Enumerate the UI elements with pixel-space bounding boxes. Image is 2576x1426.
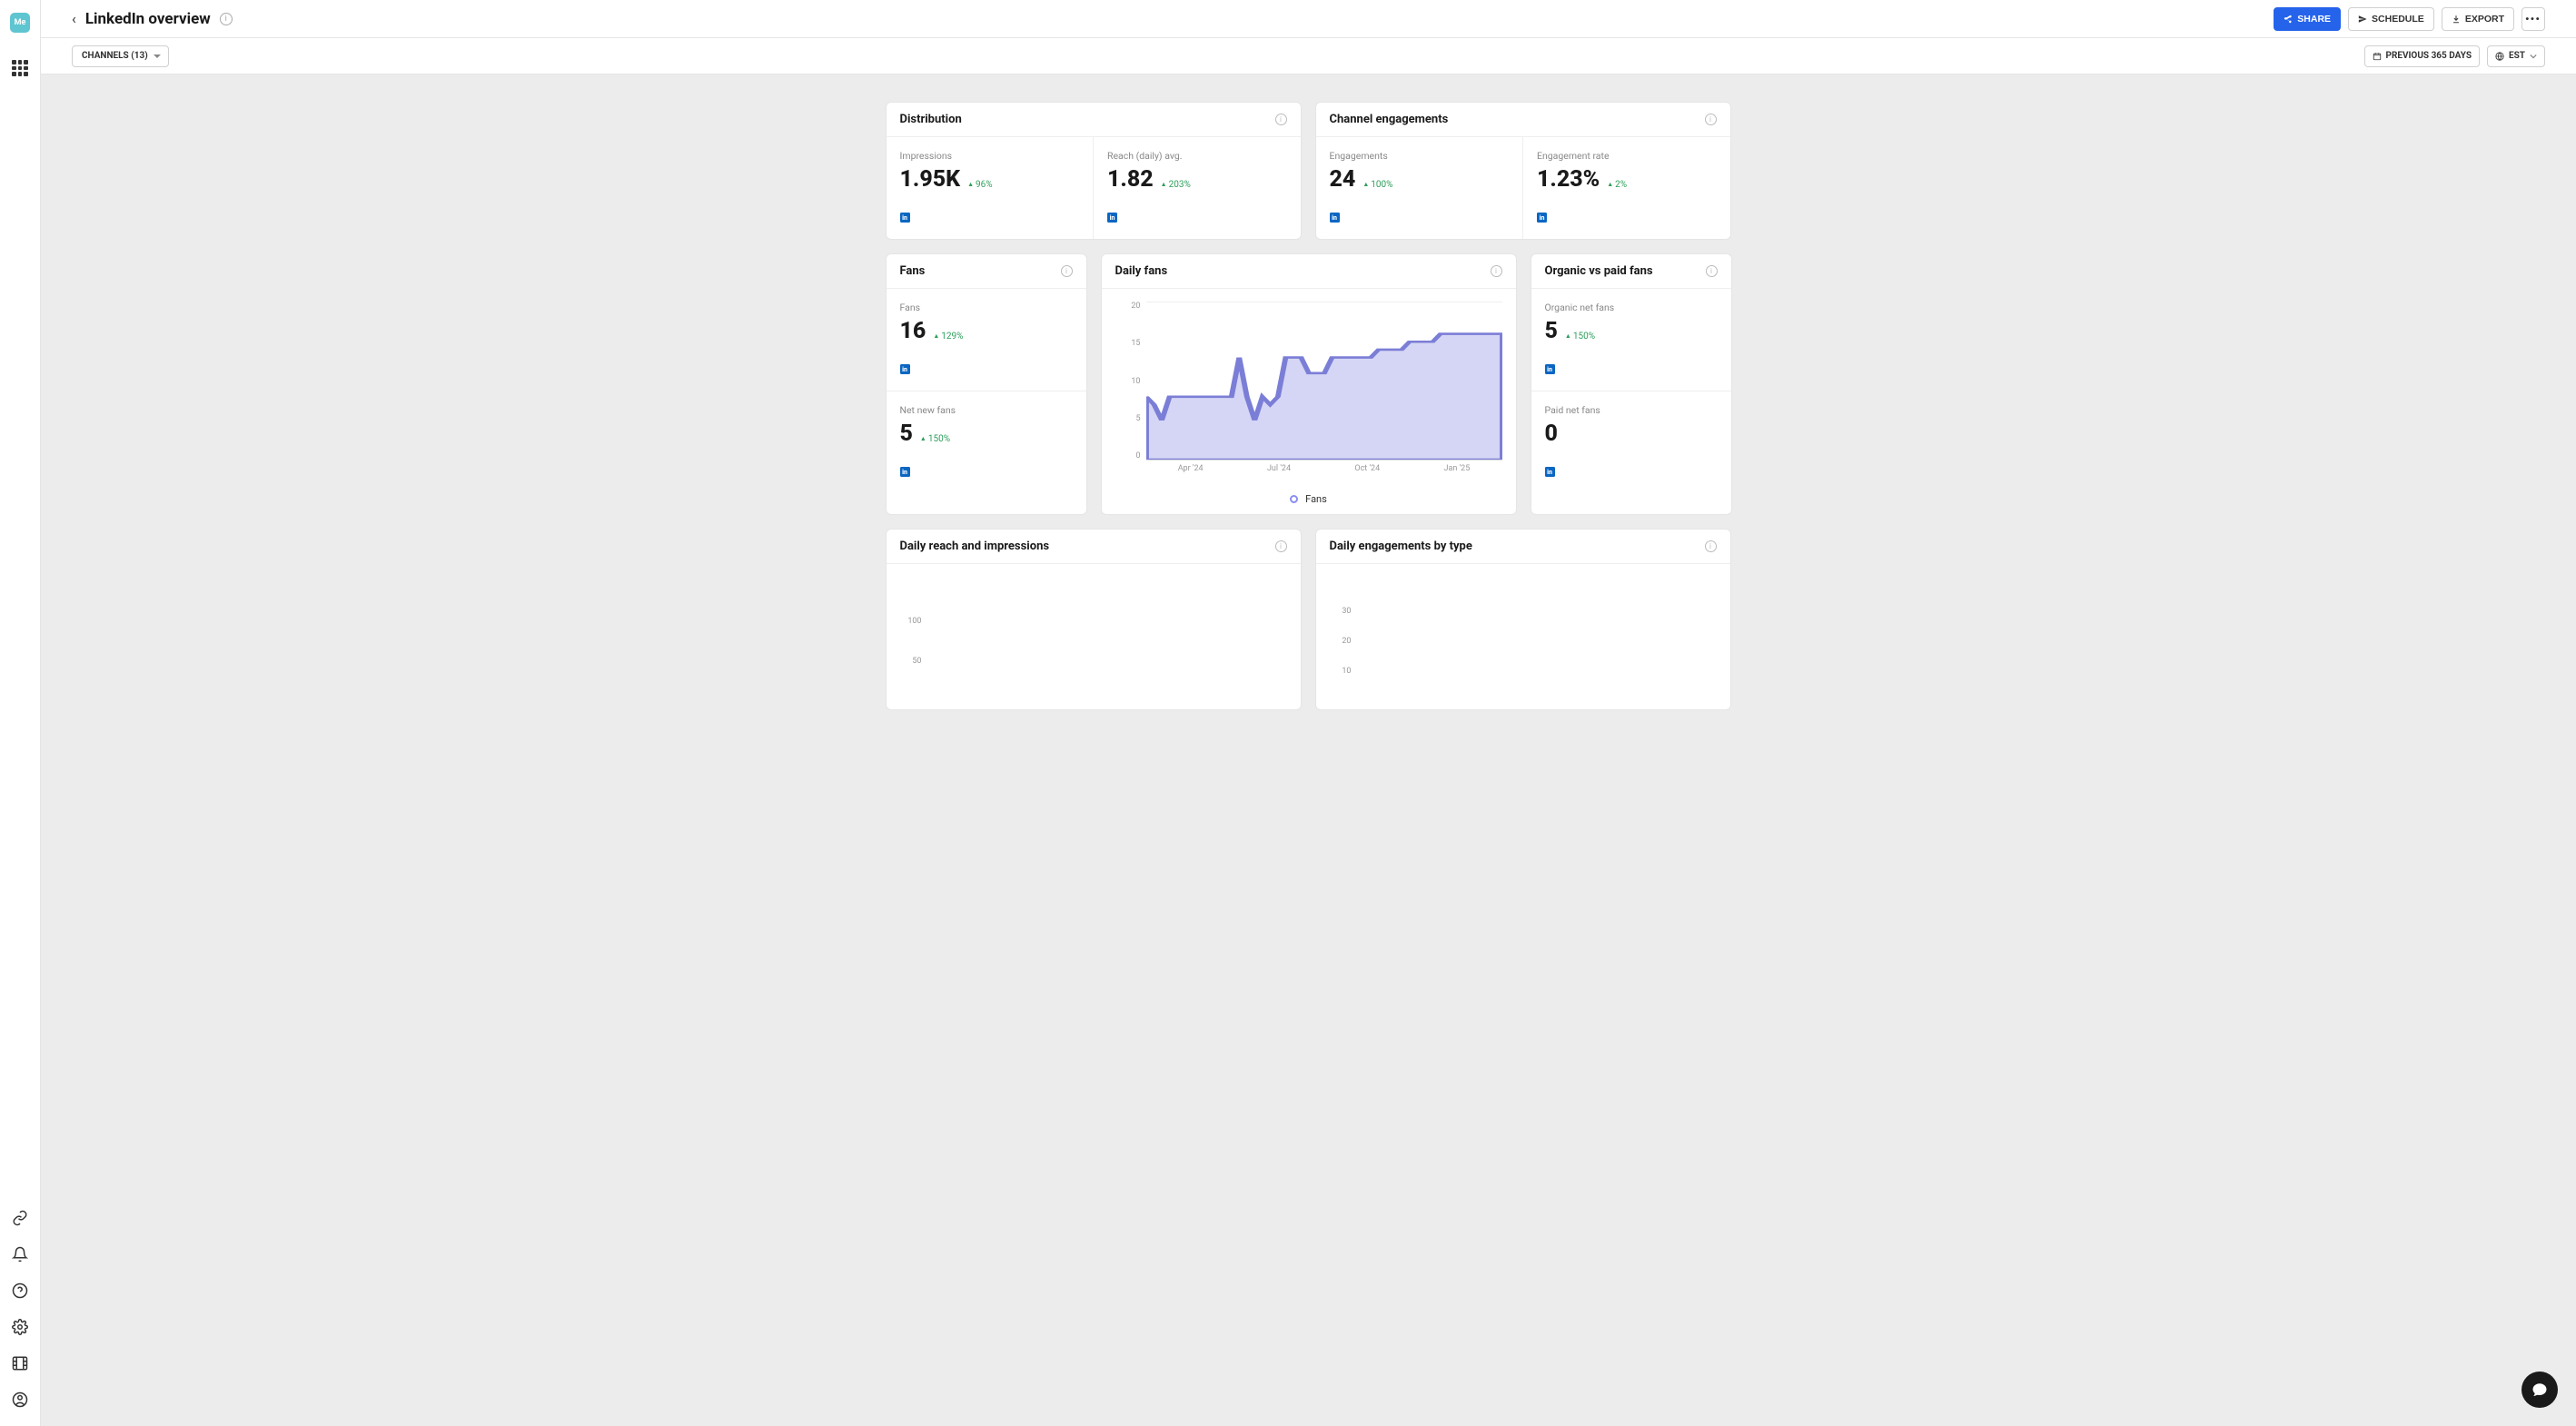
metric-paid-net-fans[interactable]: Paid net fans 0 in bbox=[1531, 391, 1731, 493]
card-channel-engagements: Channel engagements i Engagements 24 100… bbox=[1315, 102, 1731, 240]
card-fans: Fans i Fans 16 129% in bbox=[886, 253, 1087, 515]
chart-daily-reach-impressions: 100 50 bbox=[887, 564, 1301, 709]
metric-impressions[interactable]: Impressions 1.95K 96% in bbox=[887, 137, 1095, 239]
export-button[interactable]: EXPORT bbox=[2442, 7, 2514, 31]
share-button[interactable]: SHARE bbox=[2274, 7, 2341, 31]
topbar: ‹ LinkedIn overview i SHARE SCHEDULE EXP… bbox=[41, 0, 2576, 38]
linkedin-icon: in bbox=[1545, 467, 1555, 477]
sidebar: Me bbox=[0, 0, 41, 1426]
info-icon[interactable]: i bbox=[1706, 265, 1718, 277]
metric-engagements[interactable]: Engagements 24 100% in bbox=[1316, 137, 1524, 239]
page-title: LinkedIn overview bbox=[85, 10, 211, 28]
legend-marker-icon bbox=[1290, 495, 1298, 503]
gear-icon[interactable] bbox=[12, 1319, 28, 1335]
metric-reach-avg[interactable]: Reach (daily) avg. 1.82 203% in bbox=[1094, 137, 1301, 239]
apps-grid-icon[interactable] bbox=[12, 60, 28, 76]
help-icon[interactable] bbox=[12, 1282, 28, 1299]
logo[interactable]: Me bbox=[10, 13, 30, 33]
filterbar: CHANNELS (13) PREVIOUS 365 DAYS EST bbox=[41, 38, 2576, 74]
info-icon[interactable]: i bbox=[1275, 540, 1287, 552]
film-icon[interactable] bbox=[12, 1355, 28, 1372]
card-title: Channel engagements bbox=[1330, 113, 1449, 126]
linkedin-icon: in bbox=[1537, 213, 1547, 223]
info-icon[interactable]: i bbox=[1275, 114, 1287, 125]
linkedin-icon: in bbox=[1330, 213, 1340, 223]
info-icon[interactable]: i bbox=[1705, 540, 1717, 552]
chart-daily-engagements-type: 30 20 10 bbox=[1316, 564, 1730, 709]
info-icon[interactable]: i bbox=[1705, 114, 1717, 125]
card-organic-paid-fans: Organic vs paid fans i Organic net fans … bbox=[1531, 253, 1732, 515]
info-icon[interactable]: i bbox=[220, 13, 233, 25]
metric-net-new-fans[interactable]: Net new fans 5 150% in bbox=[887, 391, 1086, 493]
metric-organic-net-fans[interactable]: Organic net fans 5 150% in bbox=[1531, 289, 1731, 391]
card-title: Organic vs paid fans bbox=[1545, 264, 1653, 278]
back-arrow-icon[interactable]: ‹ bbox=[72, 10, 76, 27]
link-icon[interactable] bbox=[12, 1210, 28, 1226]
card-title: Fans bbox=[900, 264, 926, 278]
linkedin-icon: in bbox=[900, 213, 910, 223]
linkedin-icon: in bbox=[1545, 364, 1555, 374]
chart-daily-fans: 20 15 10 5 0 Apr '24 Jul '24 bbox=[1115, 302, 1502, 479]
card-title: Daily engagements by type bbox=[1330, 540, 1472, 553]
bell-icon[interactable] bbox=[12, 1246, 28, 1263]
card-title: Daily reach and impressions bbox=[900, 540, 1050, 553]
card-title: Distribution bbox=[900, 113, 962, 126]
info-icon[interactable]: i bbox=[1061, 265, 1073, 277]
chat-fab[interactable] bbox=[2522, 1372, 2558, 1408]
timezone-dropdown[interactable]: EST bbox=[2487, 45, 2545, 67]
card-daily-fans: Daily fans i 20 15 10 5 0 bbox=[1101, 253, 1517, 515]
metric-engagement-rate[interactable]: Engagement rate 1.23% 2% in bbox=[1523, 137, 1730, 239]
schedule-button[interactable]: SCHEDULE bbox=[2348, 7, 2434, 31]
linkedin-icon: in bbox=[900, 364, 910, 374]
card-title: Daily fans bbox=[1115, 264, 1168, 278]
info-icon[interactable]: i bbox=[1491, 265, 1502, 277]
date-range-dropdown[interactable]: PREVIOUS 365 DAYS bbox=[2364, 45, 2481, 67]
card-distribution: Distribution i Impressions 1.95K 96% in bbox=[886, 102, 1302, 240]
more-button[interactable]: ••• bbox=[2522, 7, 2545, 31]
linkedin-icon: in bbox=[1107, 213, 1117, 223]
metric-fans[interactable]: Fans 16 129% in bbox=[887, 289, 1086, 391]
card-daily-engagements-type: Daily engagements by type i 30 20 10 bbox=[1315, 529, 1731, 710]
user-icon[interactable] bbox=[12, 1391, 28, 1408]
card-daily-reach-impressions: Daily reach and impressions i 100 50 bbox=[886, 529, 1302, 710]
linkedin-icon: in bbox=[900, 467, 910, 477]
channels-dropdown[interactable]: CHANNELS (13) bbox=[72, 45, 169, 67]
